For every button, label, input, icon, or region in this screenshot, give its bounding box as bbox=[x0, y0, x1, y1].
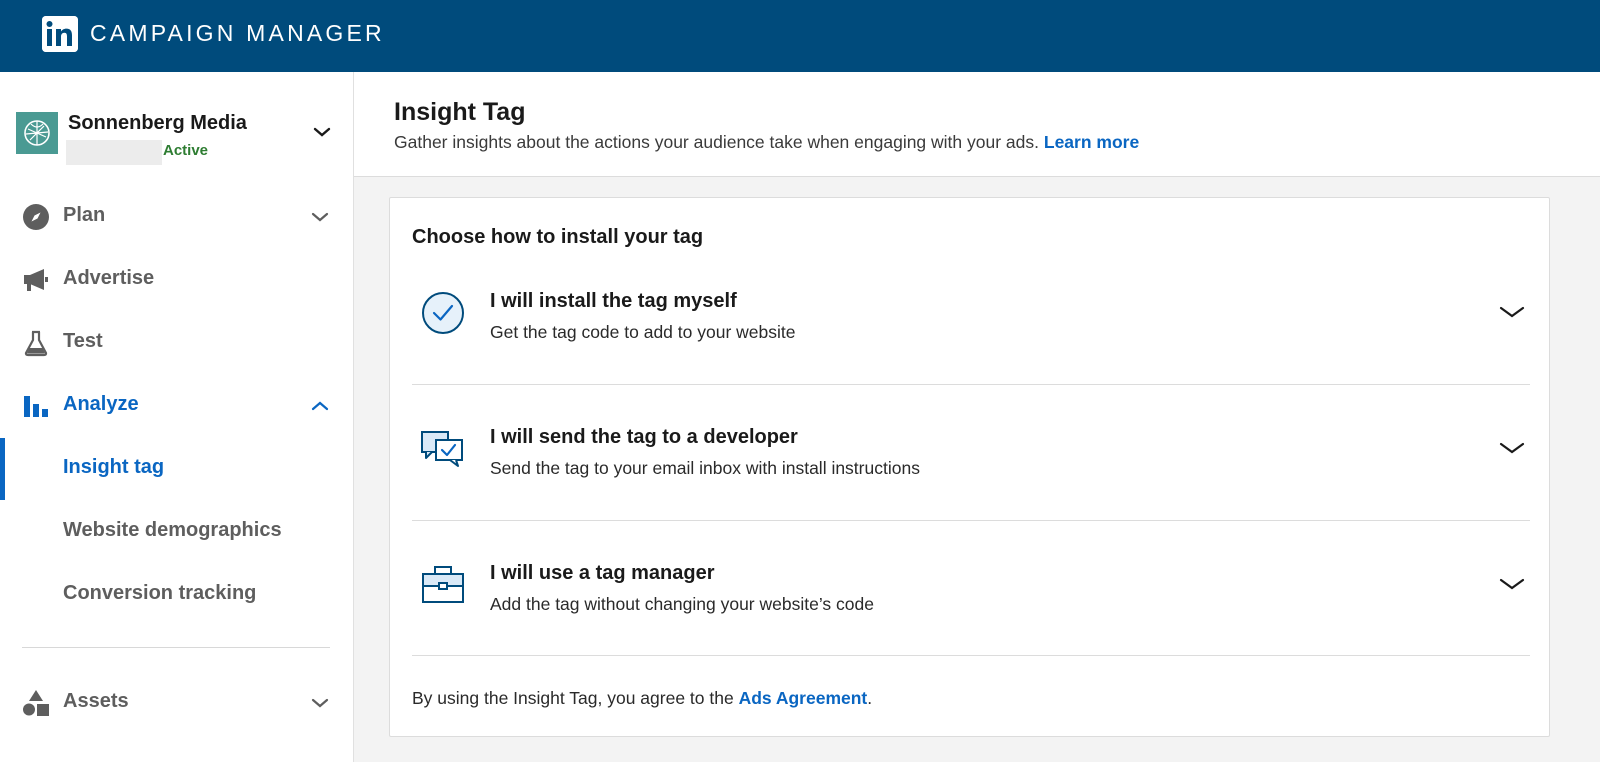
sidebar-item-label: Assets bbox=[63, 690, 129, 712]
option-description: Get the tag code to add to your website bbox=[490, 322, 796, 342]
sidebar-divider bbox=[22, 647, 330, 648]
account-name: Sonnenberg Media bbox=[68, 112, 247, 134]
option-title: I will install the tag myself bbox=[490, 290, 737, 312]
option-install-myself[interactable]: I will install the tag myself Get the ta… bbox=[412, 290, 1530, 426]
chevron-up-icon[interactable] bbox=[310, 396, 330, 416]
megaphone-icon bbox=[24, 269, 48, 291]
chevron-down-icon[interactable] bbox=[310, 693, 330, 713]
redacted-account-id bbox=[66, 140, 162, 165]
install-tag-card: Choose how to install your tag I will in… bbox=[389, 197, 1550, 737]
agreement-notice: By using the Insight Tag, you agree to t… bbox=[412, 688, 872, 709]
learn-more-link[interactable]: Learn more bbox=[1044, 132, 1139, 152]
chevron-down-icon[interactable] bbox=[312, 122, 332, 142]
option-send-to-developer[interactable]: I will send the tag to a developer Send … bbox=[412, 426, 1530, 562]
account-switcher[interactable]: Sonnenberg Media Active bbox=[16, 112, 336, 172]
account-status: Active bbox=[163, 142, 209, 159]
app-name: CAMPAIGN MANAGER bbox=[90, 20, 385, 46]
sidebar-item-test[interactable]: Test bbox=[0, 316, 353, 368]
option-divider bbox=[412, 520, 1530, 521]
ads-agreement-link[interactable]: Ads Agreement bbox=[739, 688, 868, 708]
page-title: Insight Tag bbox=[394, 98, 526, 126]
sidebar-subitem-label: Website demographics bbox=[63, 519, 282, 541]
top-bar: CAMPAIGN MANAGER bbox=[0, 0, 1600, 72]
sidebar-subitem-insight-tag[interactable]: Insight tag bbox=[0, 438, 353, 500]
sidebar-item-analyze[interactable]: Analyze bbox=[0, 379, 353, 431]
sidebar: Sonnenberg Media Active Plan Advertise T… bbox=[0, 72, 354, 762]
sidebar-item-label: Advertise bbox=[63, 267, 155, 289]
check-circle-icon bbox=[422, 292, 464, 334]
page-description-text: Gather insights about the actions your a… bbox=[394, 132, 1039, 152]
option-tag-manager[interactable]: I will use a tag manager Add the tag wit… bbox=[412, 562, 1530, 698]
flask-icon bbox=[24, 330, 48, 357]
agreement-text: By using the Insight Tag, you agree to t… bbox=[412, 688, 734, 708]
bar-chart-icon bbox=[24, 396, 48, 417]
option-divider bbox=[412, 384, 1530, 385]
briefcase-icon bbox=[422, 566, 464, 603]
card-title: Choose how to install your tag bbox=[412, 226, 704, 248]
sidebar-subitem-website-demographics[interactable]: Website demographics bbox=[0, 501, 353, 563]
sidebar-item-label: Plan bbox=[63, 204, 106, 226]
account-avatar bbox=[16, 112, 58, 154]
chevron-down-icon[interactable] bbox=[1498, 302, 1526, 322]
sidebar-item-plan[interactable]: Plan bbox=[0, 190, 353, 242]
option-title: I will use a tag manager bbox=[490, 562, 715, 584]
sidebar-subitem-label: Conversion tracking bbox=[63, 582, 257, 604]
option-description: Send the tag to your email inbox with in… bbox=[490, 458, 920, 478]
sidebar-item-assets[interactable]: Assets bbox=[0, 676, 353, 728]
option-title: I will send the tag to a developer bbox=[490, 426, 798, 448]
sidebar-subitem-label: Insight tag bbox=[63, 456, 165, 478]
sidebar-item-label: Analyze bbox=[63, 393, 139, 415]
page-header: Insight Tag Gather insights about the ac… bbox=[354, 72, 1600, 177]
agreement-suffix: . bbox=[867, 688, 873, 708]
chevron-down-icon[interactable] bbox=[310, 207, 330, 227]
sidebar-subitem-conversion-tracking[interactable]: Conversion tracking bbox=[0, 564, 353, 626]
option-description: Add the tag without changing your websit… bbox=[490, 594, 874, 614]
option-divider bbox=[412, 655, 1530, 656]
sidebar-item-label: Test bbox=[63, 330, 103, 352]
sidebar-item-advertise[interactable]: Advertise bbox=[0, 253, 353, 305]
linkedin-logo-icon[interactable] bbox=[42, 16, 78, 52]
chat-check-icon bbox=[421, 431, 463, 467]
chevron-down-icon[interactable] bbox=[1498, 574, 1526, 594]
chevron-down-icon[interactable] bbox=[1498, 438, 1526, 458]
page-description: Gather insights about the actions your a… bbox=[394, 132, 1139, 153]
shapes-icon bbox=[23, 690, 49, 716]
compass-icon bbox=[23, 204, 49, 230]
